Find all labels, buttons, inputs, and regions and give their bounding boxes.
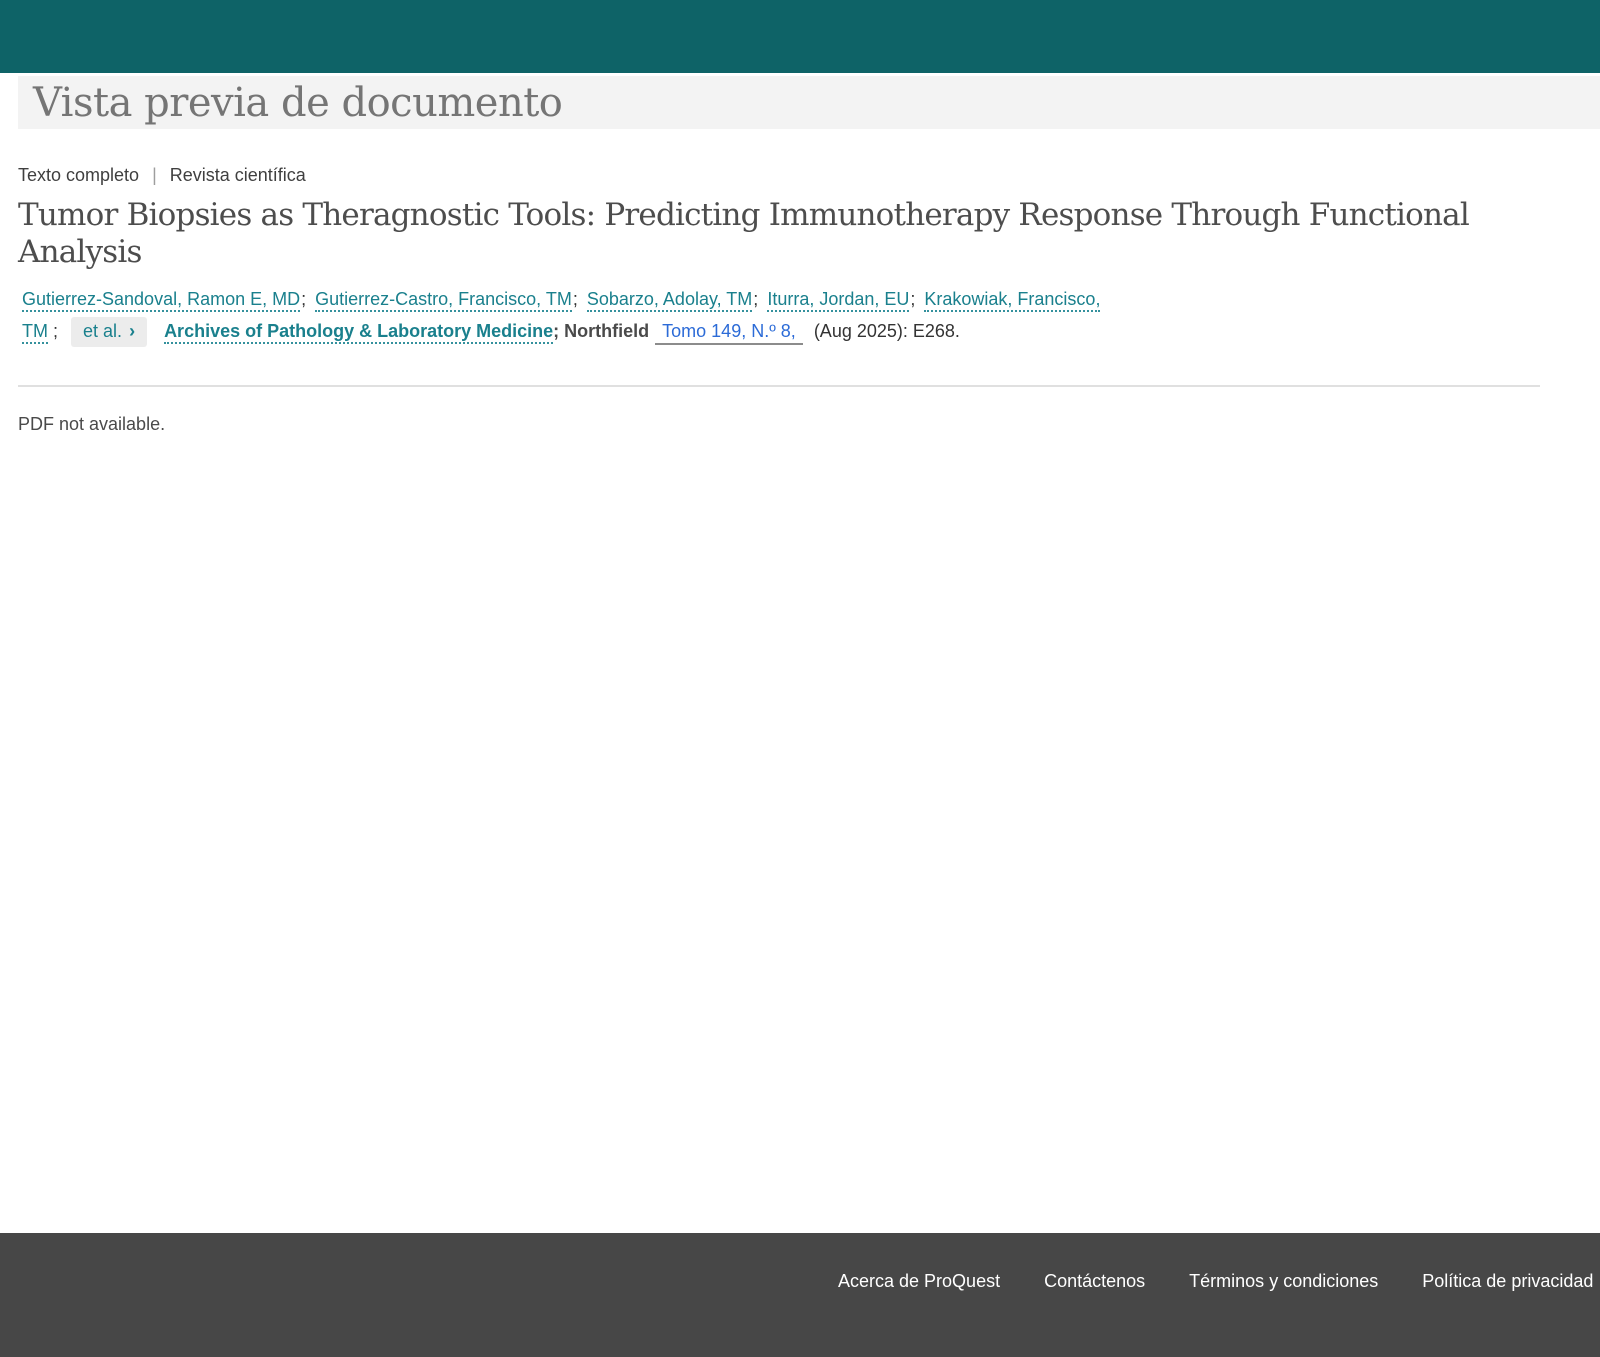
footer-link-terms-conditions[interactable]: Términos y condiciones — [1189, 1271, 1378, 1291]
content-divider — [18, 385, 1540, 387]
chevron-right-icon: › — [129, 321, 135, 341]
document-preview-page: Vista previa de documento Texto completo… — [0, 0, 1600, 435]
footer-link-about-proquest[interactable]: Acerca de ProQuest — [838, 1271, 1000, 1291]
meta-separator: | — [152, 165, 157, 185]
publication-info: (Aug 2025): E268. — [814, 321, 960, 341]
author-separator: ; — [53, 321, 58, 341]
author-separator: ; — [753, 289, 758, 309]
page-footer: Acerca de ProQuest Contáctenos Términos y … — [0, 1233, 1600, 1357]
document-title-line-2: Analysis — [18, 234, 1582, 271]
et-al-button[interactable]: et al. › — [71, 317, 147, 347]
journal-title-link[interactable]: Archives of Pathology & Laboratory Medic… — [164, 321, 553, 344]
author-link[interactable]: Gutierrez-Sandoval, Ramon E, MD — [22, 289, 300, 312]
author-link[interactable]: Sobarzo, Adolay, TM — [587, 289, 752, 312]
source-type-label: Revista científica — [170, 165, 306, 185]
author-name-part: TM — [22, 321, 48, 344]
pdf-unavailable-message: PDF not available. — [18, 414, 1582, 435]
issue-link[interactable]: Tomo 149, N.º 8, — [655, 321, 803, 345]
page-title: Vista previa de documento — [33, 80, 562, 126]
document-title: Tumor Biopsies as Theragnostic Tools: Pr… — [18, 197, 1582, 271]
author-separator: ; — [573, 289, 578, 309]
et-al-label: et al. — [83, 321, 122, 341]
document-meta-row: Texto completo | Revista científica — [18, 165, 1582, 186]
page-title-bar: Vista previa de documento — [18, 76, 1600, 129]
full-text-label: Texto completo — [18, 165, 139, 185]
citation-line: Gutierrez-Sandoval, Ramon E, MD;Gutierre… — [18, 283, 1558, 347]
author-link[interactable]: Iturra, Jordan, EU — [767, 289, 909, 312]
footer-links: Acerca de ProQuest Contáctenos Términos y … — [838, 1271, 1600, 1292]
document-title-line-1: Tumor Biopsies as Theragnostic Tools: Pr… — [18, 197, 1582, 234]
top-navbar — [0, 0, 1600, 73]
author-separator: ; — [301, 289, 306, 309]
document-preview-content: Texto completo | Revista científica Tumor … — [0, 165, 1600, 435]
author-name-part: Krakowiak, Francisco, — [924, 289, 1100, 312]
author-link[interactable]: Gutierrez-Castro, Francisco, TM — [315, 289, 572, 312]
journal-separator: ; — [553, 321, 559, 341]
footer-link-privacy-policy[interactable]: Política de privacidad — [1422, 1271, 1593, 1291]
author-separator: ; — [910, 289, 915, 309]
journal-location: Northfield — [564, 321, 649, 341]
footer-link-contact-us[interactable]: Contáctenos — [1044, 1271, 1145, 1291]
